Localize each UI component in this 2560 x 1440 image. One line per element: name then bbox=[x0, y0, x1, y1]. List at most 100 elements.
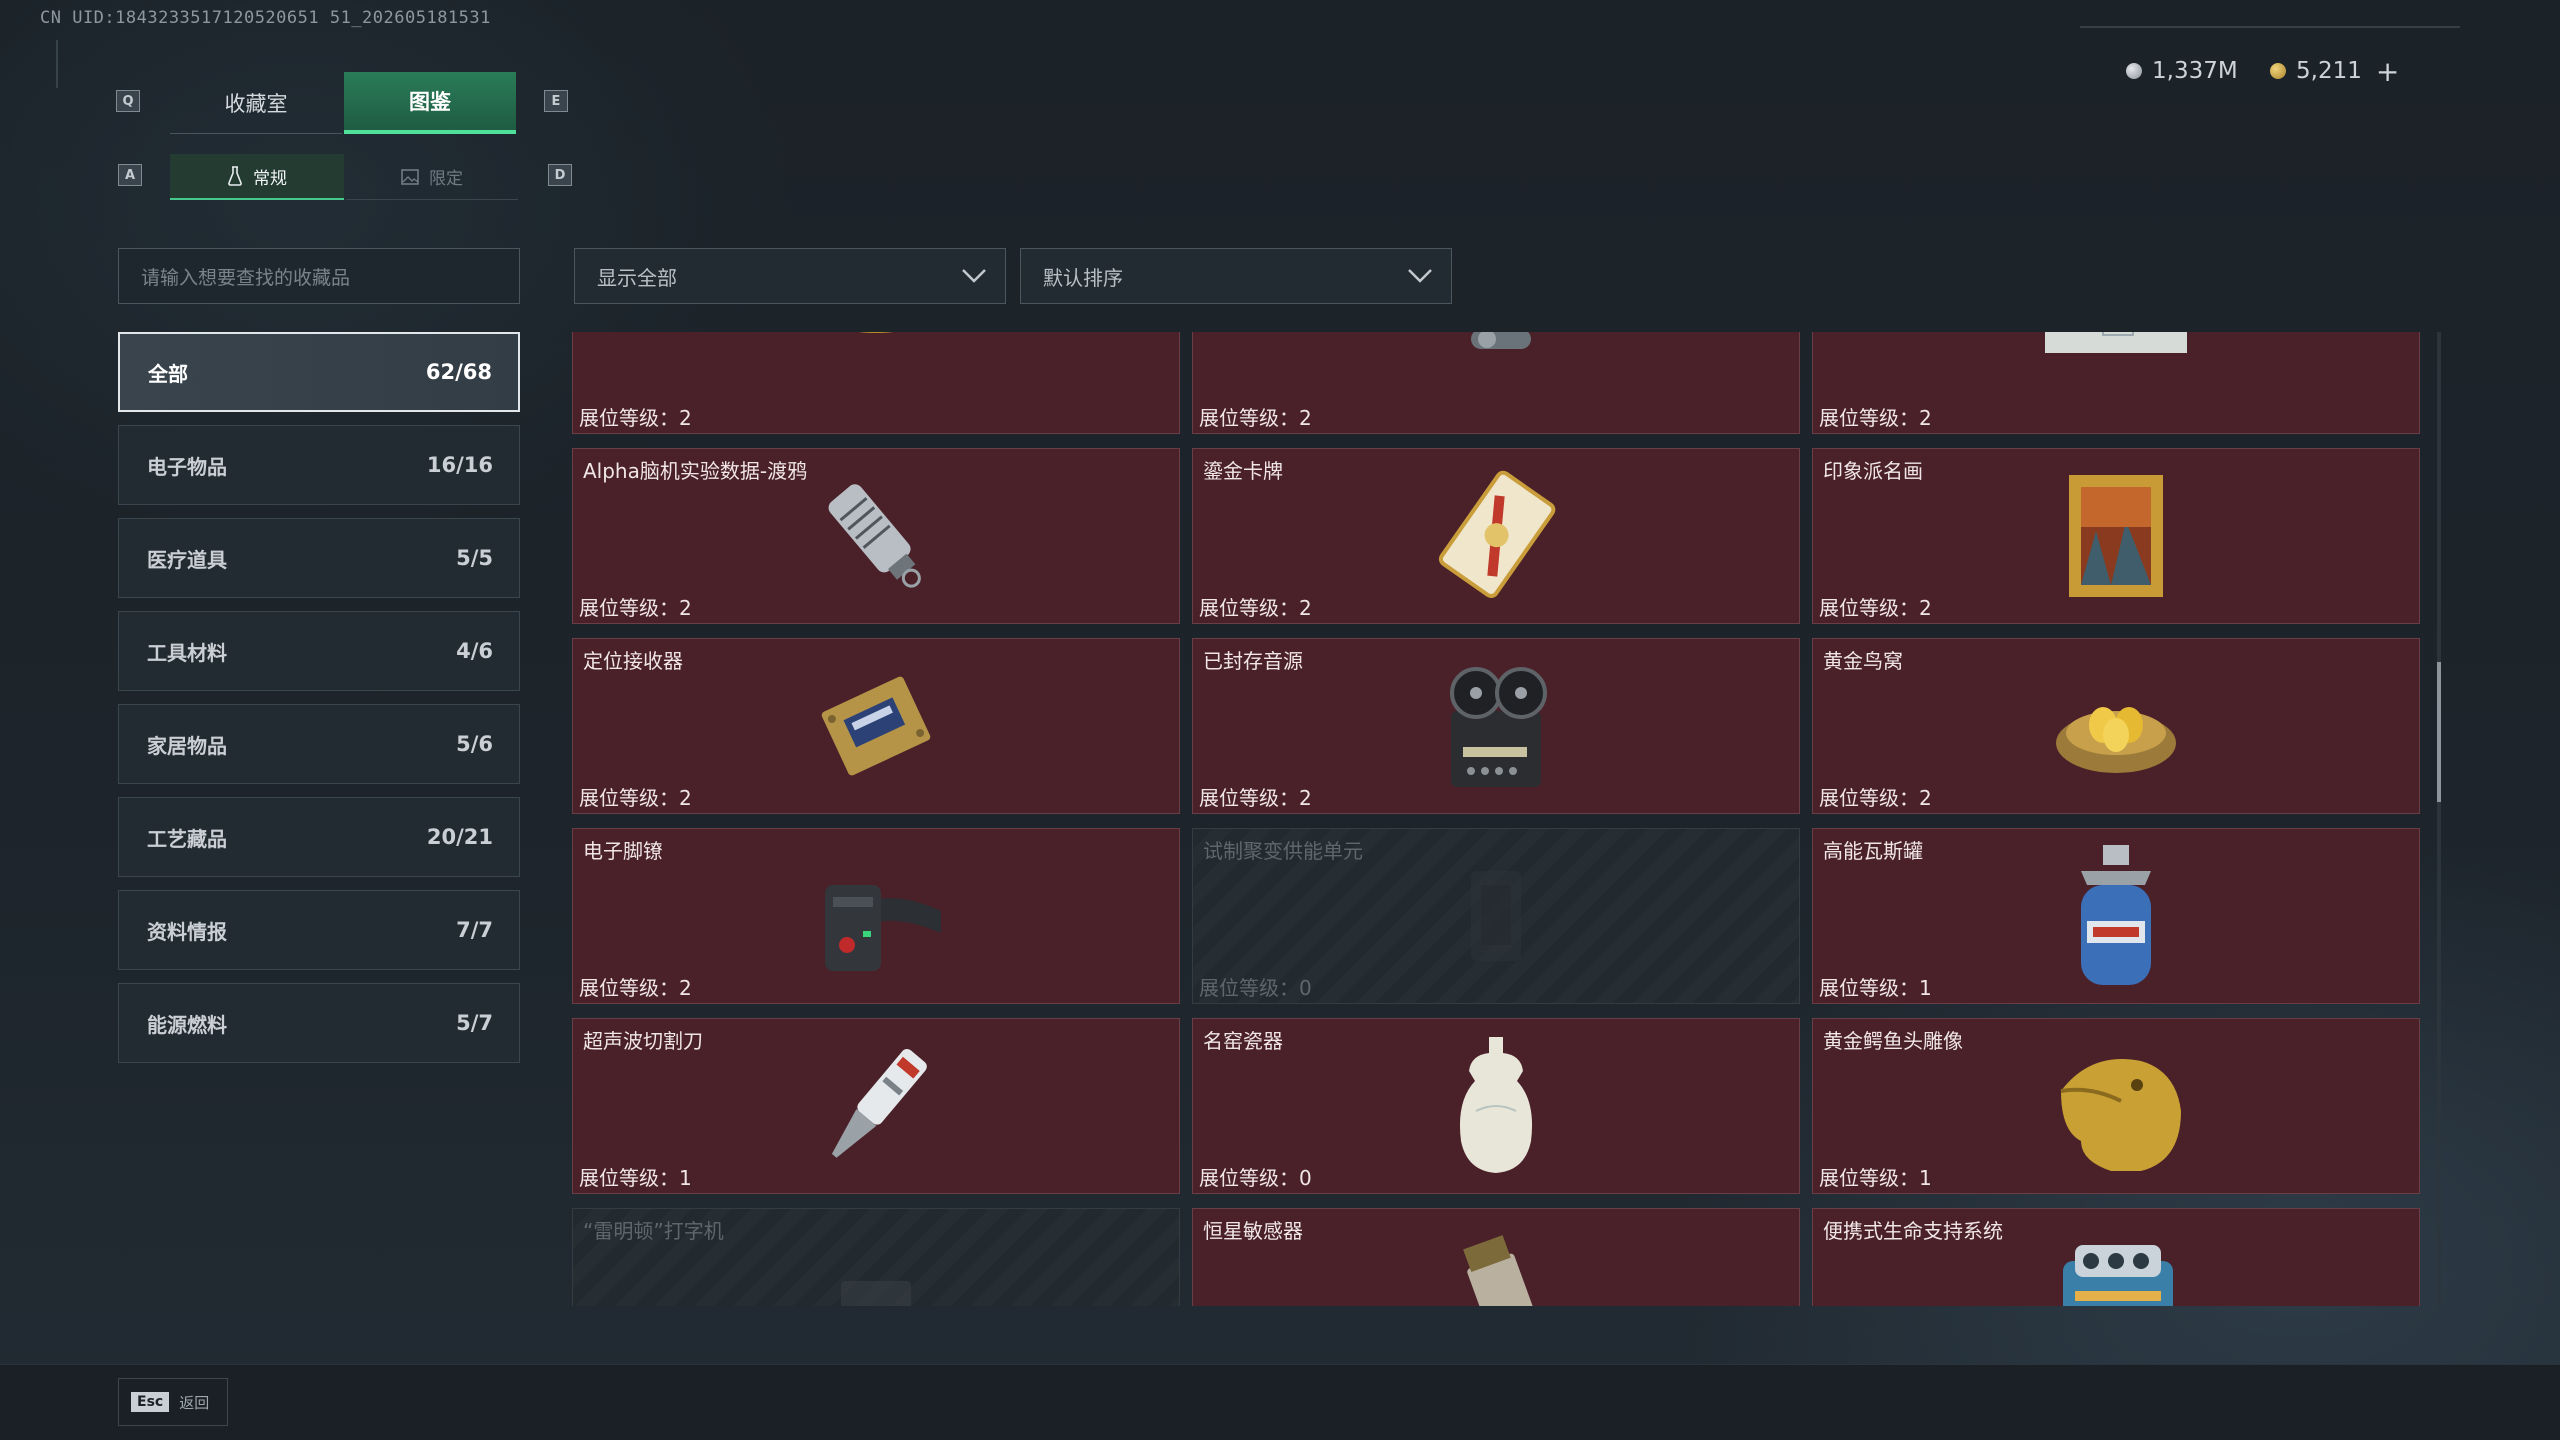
typewriter-icon bbox=[841, 1281, 911, 1306]
collection-card[interactable]: 印象派名画 展位等级：2 bbox=[1812, 448, 2420, 624]
filter-dropdown-value: 显示全部 bbox=[597, 265, 677, 290]
card-name: 超声波切割刀 bbox=[583, 1029, 703, 1053]
tape-recorder-icon bbox=[1450, 667, 1547, 787]
category-label: 家居物品 bbox=[147, 733, 227, 758]
player-uid: CN UID:1843233517120520651 51_2026051815… bbox=[40, 8, 491, 28]
gold-currency: 5,211 + bbox=[2270, 54, 2399, 88]
card-name: 黄金鳄鱼头雕像 bbox=[1823, 1029, 1963, 1053]
card-level: 展位等级：2 bbox=[1199, 786, 1312, 810]
subtab-regular-label: 常规 bbox=[253, 168, 287, 189]
card-name: “雷明顿”打字机 bbox=[583, 1219, 724, 1243]
collection-card[interactable]: 定位接收器 展位等级：2 bbox=[572, 638, 1180, 814]
category-label: 电子物品 bbox=[147, 454, 227, 479]
collection-card[interactable]: 展位等级：2 bbox=[1812, 332, 2420, 434]
category-label: 全部 bbox=[148, 361, 188, 386]
collection-card[interactable]: 黄金鸟窝展位等级：2 bbox=[1812, 638, 2420, 814]
category-count: 4/6 bbox=[456, 639, 493, 663]
category-count: 20/21 bbox=[426, 825, 493, 849]
category-item[interactable]: 家居物品 5/6 bbox=[118, 704, 520, 784]
category-item[interactable]: 资料情报 7/7 bbox=[118, 890, 520, 970]
porcelain-vase-icon bbox=[1459, 1037, 1533, 1173]
back-label: 返回 bbox=[179, 1393, 210, 1412]
search-input[interactable]: 请输入想要查找的收藏品 bbox=[118, 248, 520, 304]
gilded-card-icon bbox=[1438, 470, 1556, 598]
card-name: 恒星敏感器 bbox=[1203, 1219, 1303, 1243]
key-hint-next-subtab: D bbox=[548, 164, 572, 186]
category-item[interactable]: 全部 62/68 bbox=[118, 332, 520, 412]
card-level: 展位等级：2 bbox=[579, 786, 692, 810]
receiver-icon bbox=[821, 676, 931, 776]
card-level: 展位等级：0 bbox=[1199, 1166, 1312, 1190]
category-item[interactable]: 工具材料 4/6 bbox=[118, 611, 520, 691]
sort-dropdown[interactable]: 默认排序 bbox=[1020, 248, 1452, 304]
grid-scrollbar[interactable] bbox=[2437, 332, 2441, 1306]
scrollbar-thumb[interactable] bbox=[2437, 662, 2441, 802]
collection-card[interactable]: 便携式生命支持系统 bbox=[1812, 1208, 2420, 1306]
collection-card[interactable]: 已封存音源 展位等级：2 bbox=[1192, 638, 1800, 814]
category-count: 16/16 bbox=[426, 453, 493, 477]
card-level: 展位等级：0 bbox=[1199, 976, 1312, 1000]
card-name: 试制聚变供能单元 bbox=[1203, 839, 1363, 863]
card-name: 鎏金卡牌 bbox=[1203, 459, 1283, 483]
flask-icon bbox=[228, 166, 242, 186]
silver-coin-icon bbox=[2126, 63, 2142, 79]
subtab-regular[interactable]: 常规 bbox=[170, 154, 344, 200]
collection-card[interactable]: 电子脚镣 展位等级：2 bbox=[572, 828, 1180, 1004]
collection-grid[interactable]: 展位等级：2 展位等级：2 展位等级：2 Alpha脑机实验数据-渡鸦 展位等级：2 鎏金… bbox=[572, 332, 2426, 1306]
category-label: 工具材料 bbox=[147, 640, 227, 665]
category-item[interactable]: 工艺藏品 20/21 bbox=[118, 797, 520, 877]
collection-card[interactable]: 黄金鳄鱼头雕像 展位等级：1 bbox=[1812, 1018, 2420, 1194]
collection-card[interactable]: 高能瓦斯罐 展位等级：1 bbox=[1812, 828, 2420, 1004]
painting-icon bbox=[2069, 475, 2163, 597]
card-name: 黄金鸟窝 bbox=[1823, 649, 1903, 673]
category-count: 5/6 bbox=[456, 732, 493, 756]
star-sensor-icon bbox=[1463, 1235, 1536, 1306]
collection-card[interactable]: 超声波切割刀 展位等级：1 bbox=[572, 1018, 1180, 1194]
collection-card[interactable]: 鎏金卡牌展位等级：2 bbox=[1192, 448, 1800, 624]
category-label: 医疗道具 bbox=[147, 547, 227, 572]
key-hint-prev-subtab: A bbox=[118, 164, 142, 186]
card-level: 展位等级：2 bbox=[1819, 406, 1932, 430]
back-button[interactable]: Esc 返回 bbox=[118, 1378, 228, 1426]
category-count: 7/7 bbox=[456, 918, 493, 942]
card-name: Alpha脑机实验数据-渡鸦 bbox=[583, 459, 808, 483]
silver-amount: 1,337M bbox=[2152, 58, 2238, 84]
collection-card[interactable]: “雷明顿”打字机 bbox=[572, 1208, 1180, 1306]
category-item[interactable]: 电子物品 16/16 bbox=[118, 425, 520, 505]
add-gold-button[interactable]: + bbox=[2376, 55, 2399, 88]
collection-card[interactable]: 恒星敏感器 bbox=[1192, 1208, 1800, 1306]
card-level: 展位等级：2 bbox=[1819, 596, 1932, 620]
tab-codex[interactable]: 图鉴 bbox=[344, 72, 516, 134]
collection-card[interactable]: 展位等级：2 bbox=[572, 332, 1180, 434]
tab-collection-room[interactable]: 收藏室 bbox=[170, 72, 342, 134]
chevron-down-icon bbox=[962, 269, 986, 283]
category-count: 5/5 bbox=[456, 546, 493, 570]
category-count: 5/7 bbox=[456, 1011, 493, 1035]
subtab-limited[interactable]: 限定 bbox=[346, 154, 518, 200]
category-item[interactable]: 能源燃料 5/7 bbox=[118, 983, 520, 1063]
ultrasonic-cutter-icon bbox=[831, 1049, 927, 1158]
category-item[interactable]: 医疗道具 5/5 bbox=[118, 518, 520, 598]
key-hint-next-tab: E bbox=[544, 90, 568, 112]
category-label: 资料情报 bbox=[147, 919, 227, 944]
collection-card[interactable]: Alpha脑机实验数据-渡鸦展位等级：2 bbox=[572, 448, 1180, 624]
collection-card[interactable]: 名窑瓷器展位等级：0 bbox=[1192, 1018, 1800, 1194]
filter-dropdown[interactable]: 显示全部 bbox=[574, 248, 1006, 304]
gold-coin-icon bbox=[2270, 63, 2286, 79]
gold-amount: 5,211 bbox=[2296, 58, 2362, 84]
card-name: 名窑瓷器 bbox=[1203, 1029, 1283, 1053]
caviar-tin-icon bbox=[858, 332, 894, 333]
collection-card[interactable]: 展位等级：2 bbox=[1192, 332, 1800, 434]
silver-currency: 1,337M bbox=[2126, 54, 2238, 88]
card-level: 展位等级：2 bbox=[1199, 596, 1312, 620]
category-count: 62/68 bbox=[425, 360, 492, 384]
card-level: 展位等级：2 bbox=[579, 596, 692, 620]
card-level: 展位等级：2 bbox=[1819, 786, 1932, 810]
card-level: 展位等级：2 bbox=[579, 976, 692, 1000]
collection-card[interactable]: 试制聚变供能单元展位等级：0 bbox=[1192, 828, 1800, 1004]
subtab-limited-label: 限定 bbox=[429, 169, 463, 189]
card-name: 高能瓦斯罐 bbox=[1823, 839, 1923, 863]
category-label: 工艺藏品 bbox=[147, 826, 227, 851]
bottom-bar bbox=[0, 1364, 2560, 1440]
sort-dropdown-value: 默认排序 bbox=[1043, 265, 1123, 290]
